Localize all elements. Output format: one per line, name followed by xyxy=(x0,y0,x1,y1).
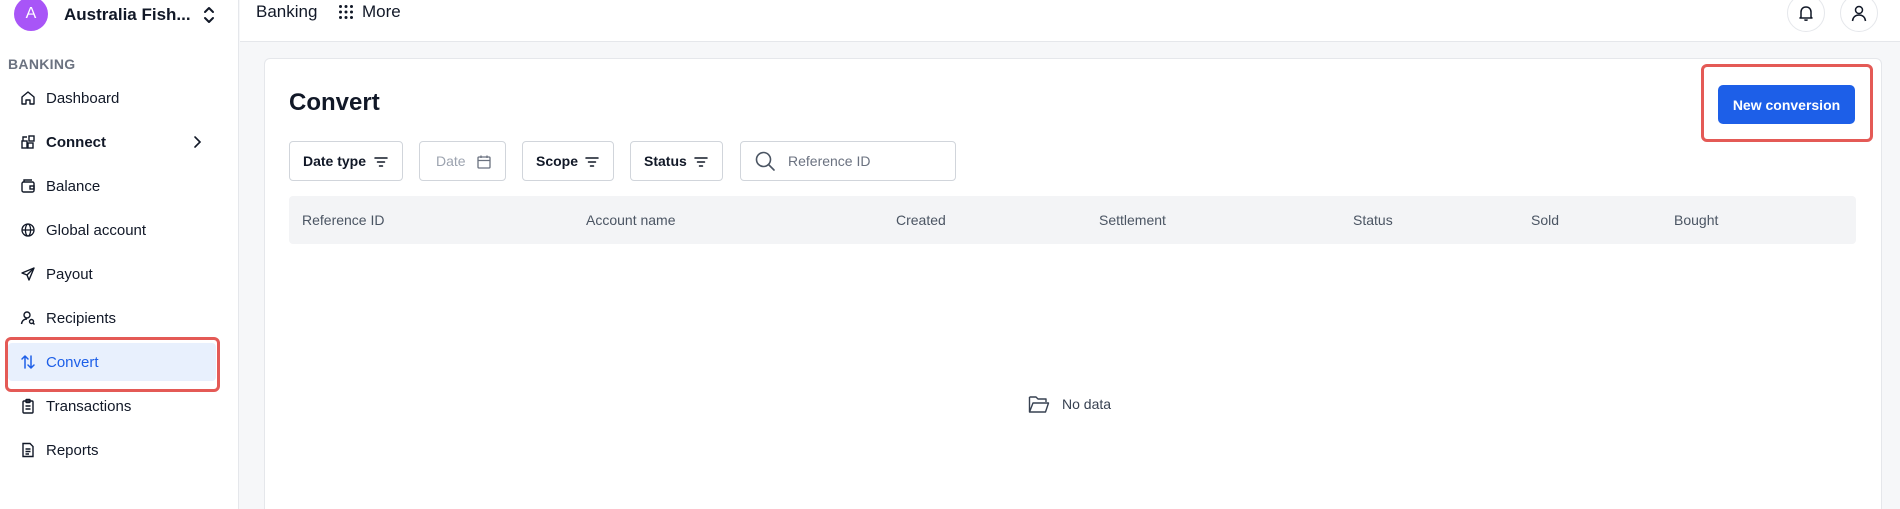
sidebar-nav: Dashboard Connect Balance Global account xyxy=(8,79,216,475)
sidebar-item-label: Balance xyxy=(46,177,101,195)
sidebar-item-label: Reports xyxy=(46,441,99,459)
page-title: Convert xyxy=(289,89,380,116)
chevron-right-icon[interactable] xyxy=(192,135,206,149)
search-icon xyxy=(755,151,775,171)
filter-icon xyxy=(585,157,599,167)
org-avatar: A xyxy=(14,0,48,31)
arrows-swap-icon xyxy=(20,354,36,370)
user-search-icon xyxy=(20,310,36,326)
column-header[interactable]: Sold xyxy=(1531,212,1559,228)
sidebar-item-recipients[interactable]: Recipients xyxy=(8,299,216,337)
sidebar-item-reports[interactable]: Reports xyxy=(8,431,216,469)
sidebar-item-connect[interactable]: Connect xyxy=(8,123,216,161)
org-switcher[interactable]: A Australia Fish... xyxy=(14,0,217,31)
date-filter[interactable]: Date xyxy=(419,141,506,181)
empty-state-text: No data xyxy=(1062,396,1112,412)
user-icon xyxy=(1851,5,1867,22)
folder-open-icon xyxy=(1028,396,1050,413)
date-type-filter[interactable]: Date type xyxy=(289,141,403,181)
empty-state: No data xyxy=(1028,394,1111,414)
scope-filter[interactable]: Scope xyxy=(522,141,614,181)
filter-label: Scope xyxy=(536,153,579,169)
filter-label: Date xyxy=(436,153,466,169)
column-header[interactable]: Account name xyxy=(586,212,676,228)
sidebar-item-dashboard[interactable]: Dashboard xyxy=(8,79,216,117)
sidebar-item-transactions[interactable]: Transactions xyxy=(8,387,216,425)
sidebar-item-global-account[interactable]: Global account xyxy=(8,211,216,249)
column-header[interactable]: Settlement xyxy=(1099,212,1166,228)
sidebar-item-label: Payout xyxy=(46,265,93,283)
sidebar-item-label: Dashboard xyxy=(46,89,120,107)
home-icon xyxy=(20,90,36,106)
column-header[interactable]: Status xyxy=(1353,212,1393,228)
org-name: Australia Fish... xyxy=(64,5,191,24)
globe-icon xyxy=(20,222,36,238)
clipboard-icon xyxy=(20,398,36,414)
sidebar-item-label: Transactions xyxy=(46,397,132,415)
sidebar-item-label: Recipients xyxy=(46,309,117,327)
breadcrumb[interactable]: Banking xyxy=(256,2,317,22)
document-icon xyxy=(20,442,36,458)
new-conversion-button[interactable]: New conversion xyxy=(1718,85,1855,124)
grid-icon xyxy=(339,5,353,19)
sidebar-item-payout[interactable]: Payout xyxy=(8,255,216,293)
search-input[interactable] xyxy=(788,153,908,169)
column-header[interactable]: Created xyxy=(896,212,946,228)
bell-icon xyxy=(1799,6,1813,21)
filter-icon xyxy=(694,157,708,167)
chevron-up-down-icon[interactable] xyxy=(201,4,217,26)
sidebar-section-label: BANKING xyxy=(8,56,76,72)
filter-icon xyxy=(374,157,388,167)
table-header: Reference ID Account name Created Settle… xyxy=(289,196,1856,244)
sidebar-item-convert[interactable]: Convert xyxy=(8,343,216,381)
send-icon xyxy=(20,266,36,282)
column-header[interactable]: Reference ID xyxy=(302,212,384,228)
connect-icon xyxy=(20,134,36,150)
more-menu-button[interactable]: More xyxy=(338,2,401,22)
sidebar-item-label: Connect xyxy=(46,133,106,151)
sidebar: A Australia Fish... BANKING Dashboard Co… xyxy=(0,0,239,509)
more-label: More xyxy=(362,2,401,21)
convert-panel: Convert New conversion Date type Date Sc… xyxy=(264,58,1882,509)
profile-button[interactable] xyxy=(1840,0,1878,32)
notifications-button[interactable] xyxy=(1787,0,1825,32)
sidebar-item-balance[interactable]: Balance xyxy=(8,167,216,205)
column-header[interactable]: Bought xyxy=(1674,212,1718,228)
sidebar-item-label: Convert xyxy=(46,353,99,371)
calendar-icon xyxy=(477,155,491,169)
topbar: Banking More xyxy=(240,0,1900,42)
status-filter[interactable]: Status xyxy=(630,141,723,181)
sidebar-item-label: Global account xyxy=(46,221,147,239)
filter-label: Date type xyxy=(303,153,367,169)
reference-id-search[interactable] xyxy=(740,141,956,181)
filter-label: Status xyxy=(644,153,687,169)
wallet-icon xyxy=(20,178,36,194)
